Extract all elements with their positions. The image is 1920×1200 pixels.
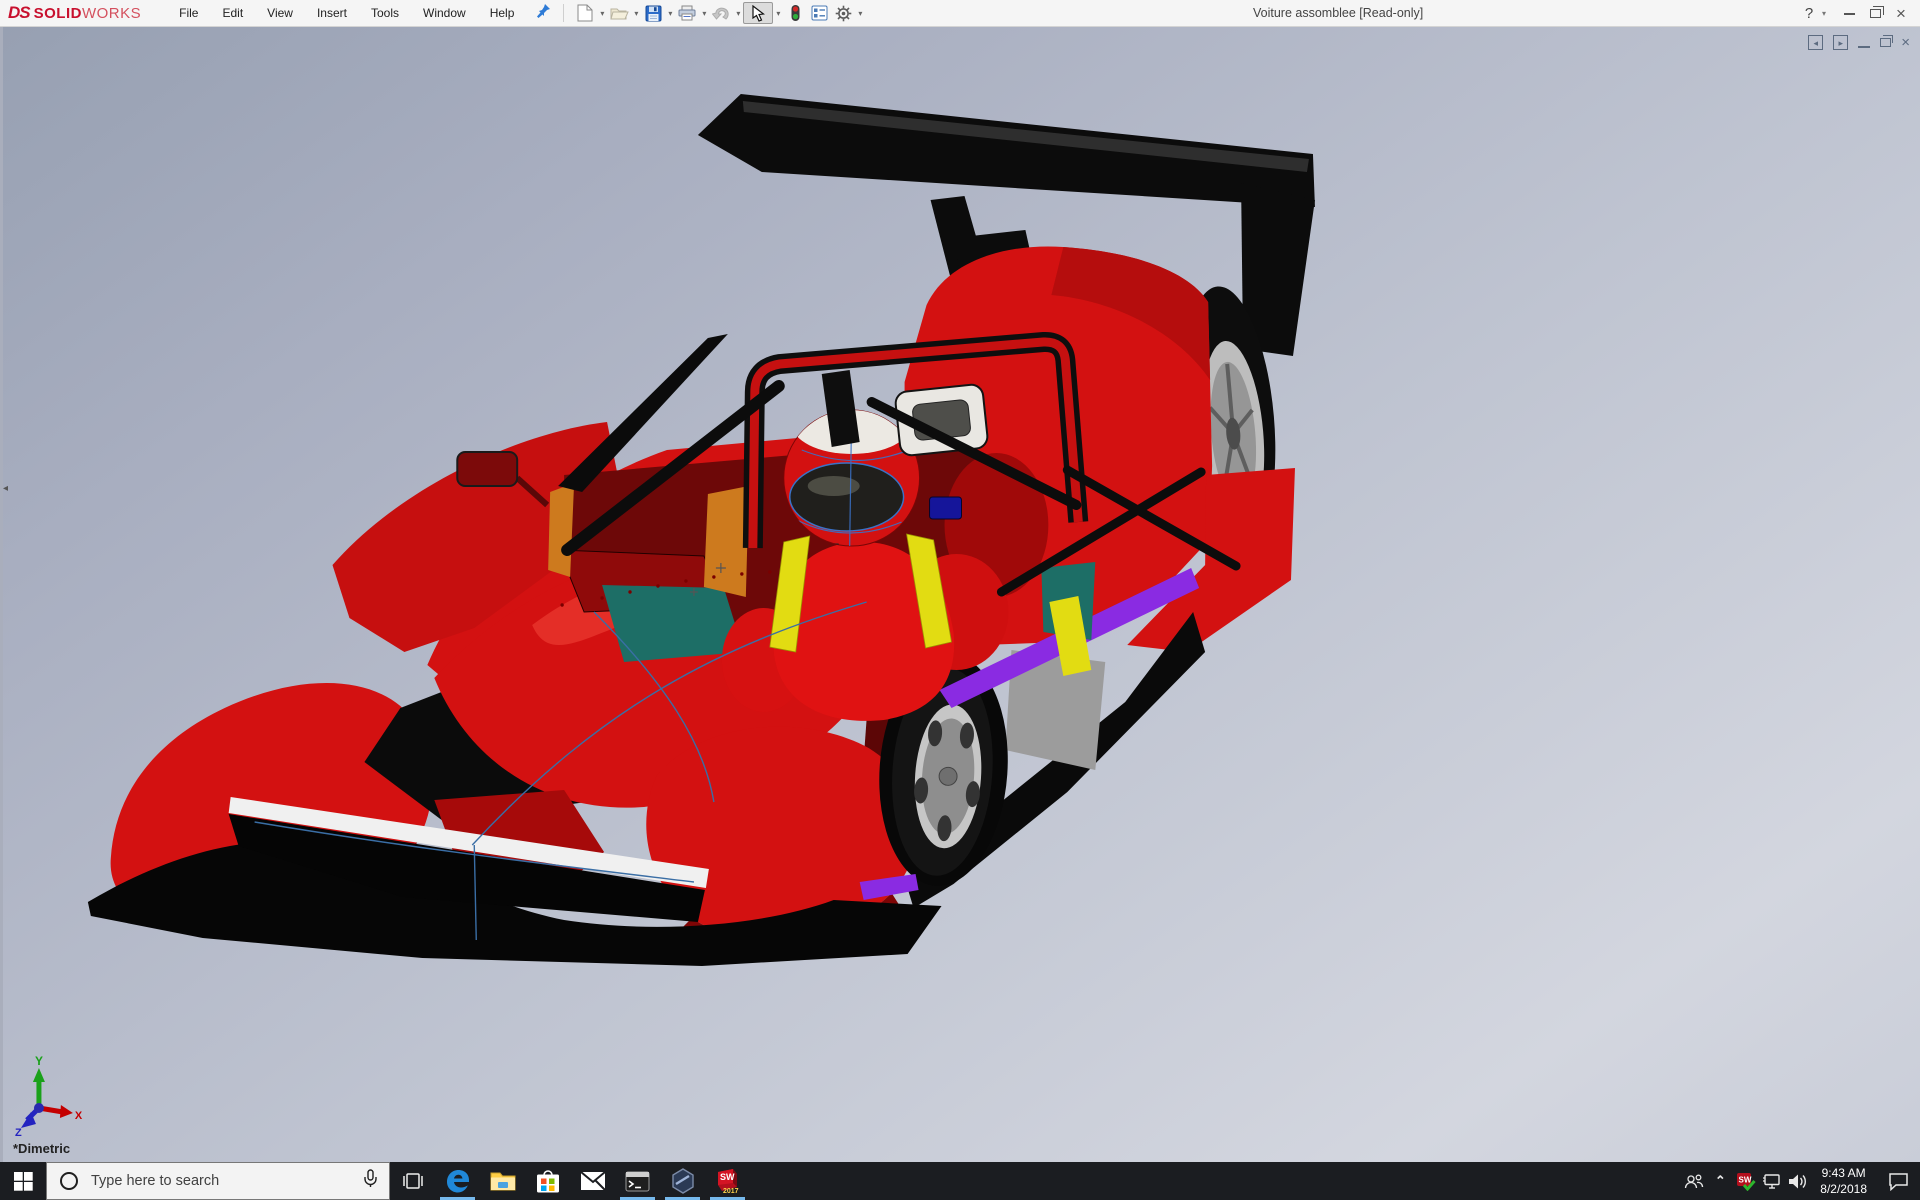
taskbar-icon-command-prompt[interactable] <box>615 1162 660 1200</box>
taskbar-icon-edrawings[interactable] <box>660 1162 705 1200</box>
system-tray: ⌃ SW 9:43 AM 8/2/2018 <box>1681 1162 1920 1200</box>
windows-taskbar: Type here to search SW 2017 ⌃ SW <box>0 1162 1920 1200</box>
solidworks-monitor-icon[interactable]: SW <box>1733 1162 1759 1200</box>
action-center-button[interactable] <box>1876 1172 1920 1191</box>
open-dropdown[interactable]: ▾ <box>631 9 641 18</box>
view-orientation-label: *Dimetric <box>13 1141 70 1156</box>
menu-insert[interactable]: Insert <box>305 0 359 27</box>
help-dropdown[interactable]: ▾ <box>1822 9 1836 18</box>
svg-text:SW: SW <box>1739 1175 1752 1184</box>
taskbar-icon-edge[interactable] <box>435 1162 480 1200</box>
help-button[interactable]: ? <box>1796 0 1822 27</box>
toolbar-separator <box>563 4 564 22</box>
pushpin-icon[interactable] <box>532 3 554 23</box>
select-dropdown[interactable]: ▾ <box>773 9 783 18</box>
taskbar-clock[interactable]: 9:43 AM 8/2/2018 <box>1811 1165 1876 1197</box>
visor <box>790 463 904 531</box>
settings-gear-button[interactable] <box>831 2 855 24</box>
people-icon[interactable] <box>1681 1162 1707 1200</box>
solidworks-logo: DSSOLIDWORKS <box>8 3 141 23</box>
menu-file[interactable]: File <box>167 0 210 27</box>
new-document-dropdown[interactable]: ▾ <box>597 9 607 18</box>
settings-dropdown[interactable]: ▾ <box>855 9 865 18</box>
options-list-button[interactable] <box>807 2 831 24</box>
windows-logo-icon <box>14 1172 33 1191</box>
task-view-button[interactable] <box>390 1162 435 1200</box>
menu-help[interactable]: Help <box>478 0 527 27</box>
svg-text:SW: SW <box>720 1172 735 1182</box>
clock-date: 8/2/2018 <box>1820 1181 1867 1197</box>
window-title: Voiture assomblee [Read-only] <box>1253 0 1423 26</box>
menu-items: File Edit View Insert Tools Window Help <box>167 0 526 27</box>
triad-x-label: X <box>75 1110 83 1122</box>
undo-dropdown[interactable]: ▾ <box>733 9 743 18</box>
save-button[interactable] <box>641 2 665 24</box>
taskbar-icon-store[interactable] <box>525 1162 570 1200</box>
harness-buckle <box>930 497 962 519</box>
close-button[interactable]: × <box>1888 0 1914 27</box>
window-controls: ? ▾ × <box>1796 0 1914 27</box>
title-menu-bar: DSSOLIDWORKS File Edit View Insert Tools… <box>0 0 1920 27</box>
car-3d-model[interactable]: Y X Z <box>3 27 1920 1162</box>
search-placeholder: Type here to search <box>91 1173 364 1189</box>
taskbar-icon-solidworks-2017[interactable]: SW 2017 <box>705 1162 750 1200</box>
taskbar-search-input[interactable]: Type here to search <box>46 1162 390 1200</box>
save-dropdown[interactable]: ▾ <box>665 9 675 18</box>
print-dropdown[interactable]: ▾ <box>699 9 709 18</box>
menu-tools[interactable]: Tools <box>359 0 411 27</box>
rebuild-button[interactable] <box>783 2 807 24</box>
open-button[interactable] <box>607 2 631 24</box>
volume-icon[interactable] <box>1785 1162 1811 1200</box>
undo-button[interactable] <box>709 2 733 24</box>
start-button[interactable] <box>0 1162 46 1200</box>
cortana-icon <box>60 1172 78 1190</box>
microphone-icon[interactable] <box>364 1169 377 1193</box>
menu-edit[interactable]: Edit <box>210 0 255 27</box>
restore-button[interactable] <box>1862 0 1888 27</box>
svg-text:2017: 2017 <box>723 1188 739 1195</box>
standard-toolbar: ▾ ▾ ▾ ▾ ▾ ▾ ▾ <box>573 2 865 24</box>
minimize-button[interactable] <box>1836 0 1862 27</box>
taskbar-icon-mail[interactable] <box>570 1162 615 1200</box>
clock-time: 9:43 AM <box>1820 1165 1867 1181</box>
triad-y-label: Y <box>35 1054 43 1068</box>
select-cursor-button[interactable] <box>743 2 773 24</box>
taskbar-icon-file-explorer[interactable] <box>480 1162 525 1200</box>
orientation-triad: Y X Z <box>15 1054 83 1139</box>
hidden-icons-chevron[interactable]: ⌃ <box>1707 1162 1733 1200</box>
print-button[interactable] <box>675 2 699 24</box>
network-icon[interactable] <box>1759 1162 1785 1200</box>
menu-window[interactable]: Window <box>411 0 478 27</box>
ds-logo-mark: DS <box>8 3 30 23</box>
new-document-button[interactable] <box>573 2 597 24</box>
triad-z-label: Z <box>15 1127 22 1139</box>
menu-view[interactable]: View <box>255 0 305 27</box>
graphics-viewport[interactable]: ◂ ▸ × ◂ <box>0 27 1920 1162</box>
